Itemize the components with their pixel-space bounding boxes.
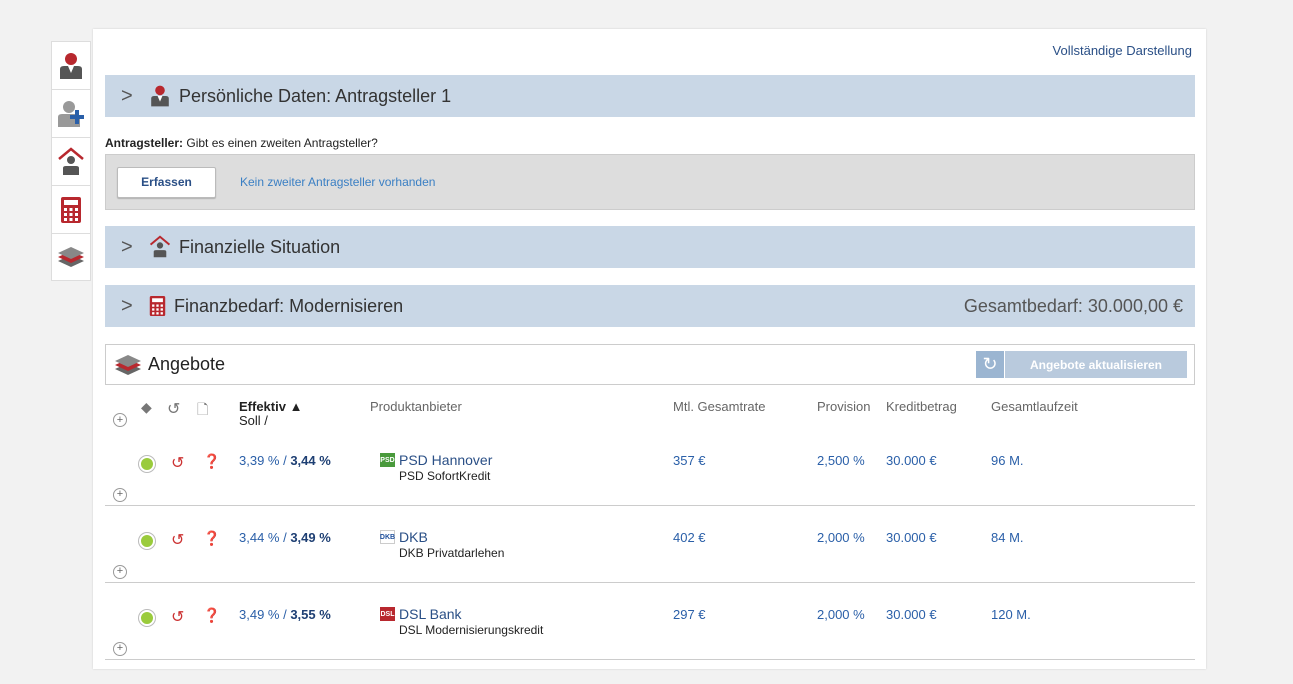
house-person-icon [58, 146, 84, 175]
rate-soll: 3,44 % / [239, 530, 291, 545]
product-name: PSD SofortKredit [399, 469, 491, 483]
commission: 2,000 % [817, 607, 865, 622]
offers-table-header: + ◆ ↺ 🗋 Soll / Effektiv ▲ Produktanbiete… [105, 385, 1195, 429]
monthly-rate: 402 € [673, 530, 706, 545]
rate-effektiv: 3,44 % [290, 453, 331, 468]
monthly-rate: 357 € [673, 453, 706, 468]
status-dot [139, 533, 155, 549]
section-title: Persönliche Daten: Antragsteller 1 [179, 85, 452, 106]
column-monthly[interactable]: Mtl. Gesamtrate [673, 399, 765, 414]
question-label: Antragsteller: [105, 136, 184, 150]
offer-row[interactable]: ↺ ❓ 3,39 % / 3,44 % PSD PSD Hannover PSD… [105, 429, 1195, 506]
psd-logo: PSD [380, 453, 395, 467]
dkb-logo: DKB [380, 530, 395, 544]
document-question-icon[interactable]: ❓ [203, 607, 220, 624]
rate: 3,39 % / 3,44 % [239, 453, 331, 468]
product-name: DSL Modernisierungskredit [399, 623, 544, 637]
cycle-icon[interactable]: ↺ [171, 530, 184, 550]
offer-row[interactable]: ↺ ❓ 3,44 % / 3,49 % DKB DKB DKB Privatda… [105, 506, 1195, 583]
total-demand: Gesamtbedarf: 30.000,00 € [963, 295, 1183, 316]
nav-person-button[interactable] [51, 41, 91, 89]
person-icon [149, 84, 171, 108]
section-title: Finanzielle Situation [179, 236, 341, 257]
refresh-offers-label: Angebote aktualisieren [1005, 351, 1187, 378]
full-view-link[interactable]: Vollständige Darstellung [1053, 43, 1192, 58]
document-question-icon[interactable]: ❓ [203, 530, 220, 547]
side-nav [51, 41, 91, 281]
applicant-question: Antragsteller: Gibt es einen zweiten Ant… [105, 136, 378, 150]
term: 96 M. [991, 453, 1024, 468]
nav-offers-button[interactable] [51, 233, 91, 281]
term: 84 M. [991, 530, 1024, 545]
column-credit[interactable]: Kreditbetrag [886, 399, 957, 414]
stack-icon [58, 247, 84, 267]
commission: 2,500 % [817, 453, 865, 468]
second-applicant-panel: Erfassen Kein zweiter Antragsteller vorh… [105, 154, 1195, 210]
monthly-rate: 297 € [673, 607, 706, 622]
chevron-right-icon: > [121, 235, 133, 258]
credit-amount: 30.000 € [886, 607, 937, 622]
cycle-icon[interactable]: ↺ [171, 453, 184, 473]
column-provider[interactable]: Produktanbieter [370, 399, 462, 414]
calculator-icon [61, 196, 81, 223]
credit-amount: 30.000 € [886, 453, 937, 468]
rate-soll: 3,39 % / [239, 453, 291, 468]
expand-row-icon[interactable]: + [113, 562, 127, 579]
question-text: Gibt es einen zweiten Antragsteller? [183, 136, 378, 150]
stack-icon [112, 353, 144, 377]
dsl-logo: DSL [380, 607, 395, 621]
cycle-icon[interactable]: ↺ [167, 399, 180, 419]
rate: 3,49 % / 3,55 % [239, 607, 331, 622]
column-term[interactable]: Gesamtlaufzeit [991, 399, 1078, 414]
offers-title: Angebote [148, 354, 226, 374]
rate-effektiv: 3,55 % [290, 607, 331, 622]
no-second-applicant-text: Kein zweiter Antragsteller vorhanden [240, 175, 436, 189]
document-icon[interactable]: 🗋 [197, 399, 208, 423]
person-icon [60, 52, 82, 79]
offers-panel: Angebote ↻ Angebote aktualisieren + ◆ ↺ … [105, 344, 1195, 684]
section-title: Finanzbedarf: Modernisieren [174, 295, 404, 316]
offers-header: Angebote ↻ Angebote aktualisieren [105, 345, 1195, 385]
refresh-offers-button[interactable]: ↻ Angebote aktualisieren [976, 351, 1187, 378]
document-question-icon[interactable]: ❓ [203, 453, 220, 470]
status-dot [139, 610, 155, 626]
nav-calculator-button[interactable] [51, 185, 91, 233]
provider-name[interactable]: DKB [399, 529, 428, 545]
capture-button[interactable]: Erfassen [117, 166, 216, 198]
term: 120 M. [991, 607, 1031, 622]
nav-house-person-button[interactable] [51, 137, 91, 185]
expand-row-icon[interactable]: + [113, 485, 127, 502]
commission: 2,000 % [817, 530, 865, 545]
rate-effektiv: 3,49 % [290, 530, 331, 545]
chevron-right-icon: > [121, 294, 133, 317]
cycle-icon[interactable]: ↺ [171, 607, 184, 627]
column-rate-effektiv: Effektiv ▲ [239, 399, 303, 414]
house-person-icon [149, 235, 171, 259]
column-rate[interactable]: Soll / Effektiv ▲ [239, 399, 303, 428]
section-financial[interactable]: > Finanzielle Situation [105, 226, 1195, 268]
expand-row-icon[interactable]: + [113, 639, 127, 656]
provider-name[interactable]: DSL Bank [399, 606, 462, 622]
offer-row[interactable]: ↺ ❓ 3,49 % / 3,55 % DSL DSL Bank DSL Mod… [105, 583, 1195, 660]
calculator-icon [149, 295, 166, 317]
tag-icon[interactable]: ◆ [141, 399, 152, 416]
main-panel: Vollständige Darstellung > Persönliche D… [93, 29, 1206, 669]
chevron-right-icon: > [121, 84, 133, 107]
column-commission[interactable]: Provision [817, 399, 870, 414]
section-demand[interactable]: > Finanzbedarf: Modernisieren Gesamtbeda… [105, 285, 1195, 327]
nav-add-person-button[interactable] [51, 89, 91, 137]
rate-soll: 3,49 % / [239, 607, 291, 622]
provider-name[interactable]: PSD Hannover [399, 452, 492, 468]
rate: 3,44 % / 3,49 % [239, 530, 331, 545]
status-dot [139, 456, 155, 472]
product-name: DKB Privatdarlehen [399, 546, 505, 560]
add-person-icon [58, 100, 84, 127]
column-rate-soll: Soll / [239, 413, 268, 428]
section-personal[interactable]: > Persönliche Daten: Antragsteller 1 [105, 75, 1195, 117]
credit-amount: 30.000 € [886, 530, 937, 545]
refresh-icon: ↻ [976, 351, 1005, 378]
